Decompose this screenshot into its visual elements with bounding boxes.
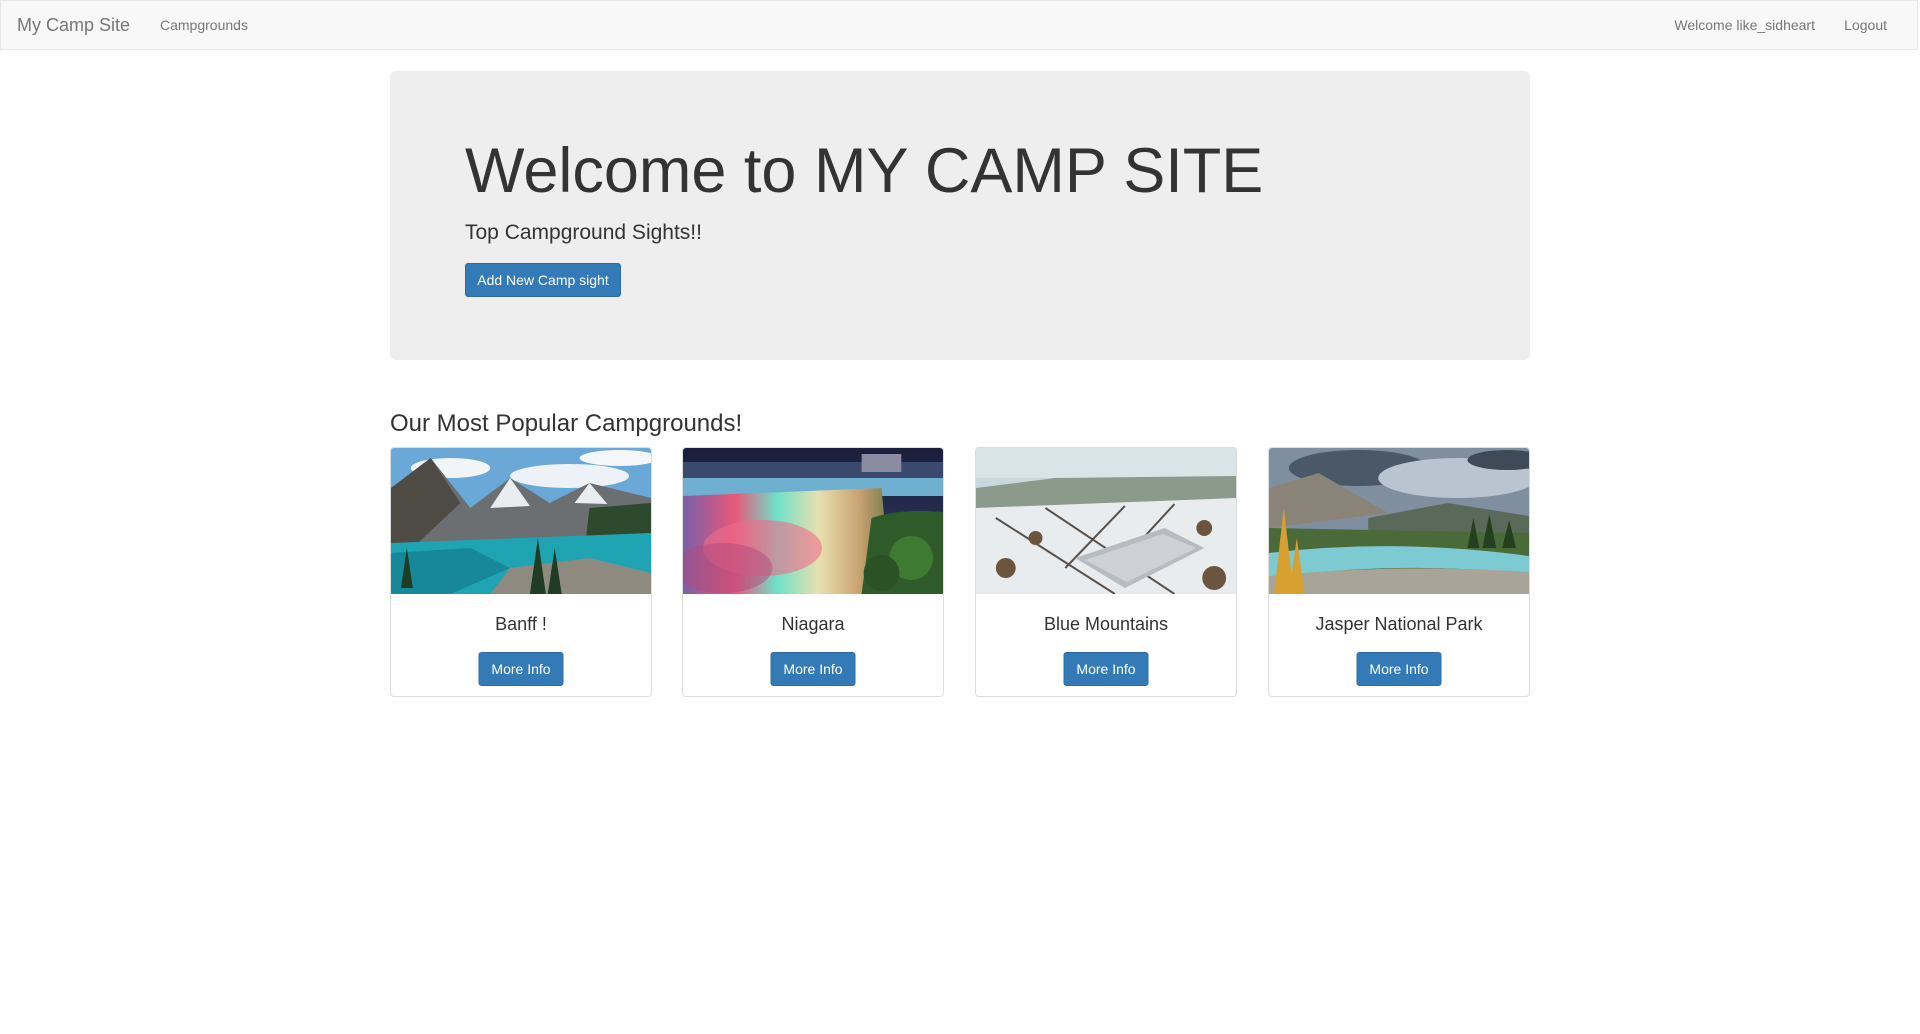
more-info-button-banff[interactable]: More Info [478,652,564,686]
campground-card-banff: Banff ! More Info [390,447,652,697]
jumbotron: Welcome to MY CAMP SITE Top Campground S… [390,71,1530,360]
campground-title: Jasper National Park [1315,614,1483,634]
more-info-button-blue-mountains[interactable]: More Info [1063,652,1149,686]
campground-title: Banff ! [495,614,547,634]
campground-title: Blue Mountains [1043,614,1169,634]
campground-cards: Banff ! More Info Niagara More Info Blue… [390,447,1530,697]
brand-link[interactable]: My Camp Site [17,15,130,36]
more-info-button-jasper[interactable]: More Info [1356,652,1442,686]
campground-image-banff[interactable] [391,448,651,594]
campground-title: Niagara [781,614,845,634]
campground-card-jasper: Jasper National Park More Info [1268,447,1530,697]
campground-image-jasper[interactable] [1269,448,1529,594]
popular-heading: Our Most Popular Campgrounds! [390,410,743,437]
add-new-camp-button[interactable]: Add New Camp sight [465,263,621,297]
nav-campgrounds-link[interactable]: Campgrounds [160,17,248,33]
campground-image-niagara[interactable] [683,448,943,594]
more-info-button-niagara[interactable]: More Info [770,652,856,686]
page-title: Welcome to MY CAMP SITE [465,136,1264,206]
campground-image-blue-mountains[interactable] [976,448,1236,594]
nav-logout-link[interactable]: Logout [1844,17,1887,33]
navbar: My Camp Site Campgrounds Welcome like_si… [0,0,1918,50]
page-subtitle: Top Campground Sights!! [465,221,702,244]
campground-card-niagara: Niagara More Info [682,447,944,697]
campground-card-blue-mountains: Blue Mountains More Info [975,447,1237,697]
nav-welcome-user[interactable]: Welcome like_sidheart [1674,17,1815,33]
